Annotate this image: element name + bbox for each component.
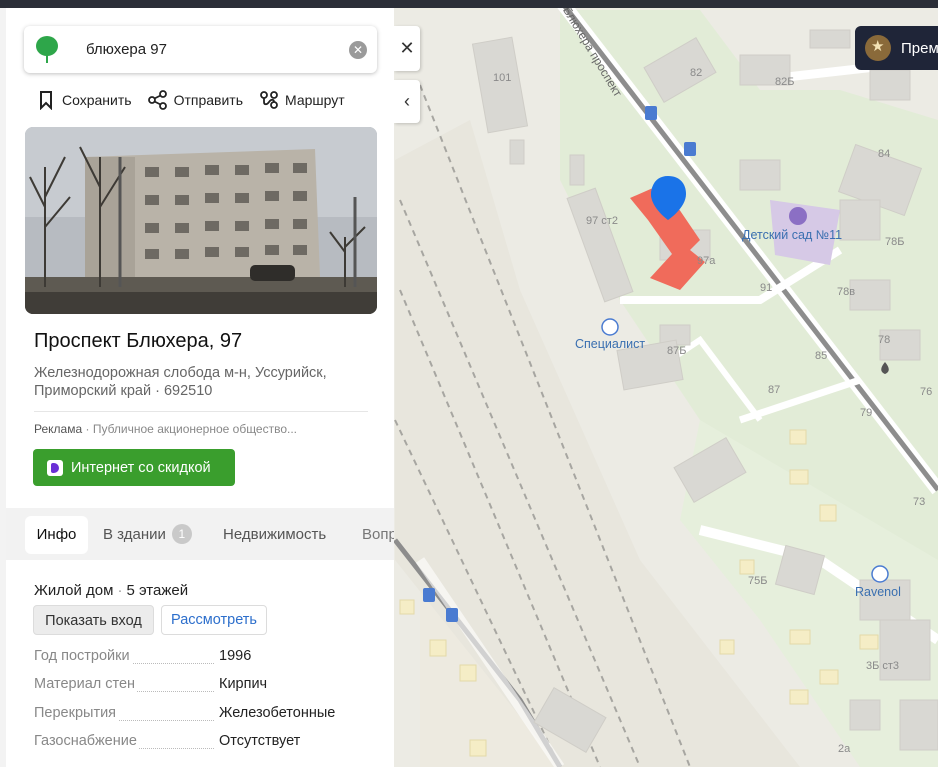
house-number: 79 [860, 407, 873, 419]
bookmark-icon [40, 91, 52, 110]
house-number: 2а [838, 743, 851, 755]
house-number: 78в [837, 286, 856, 298]
photo-image [25, 127, 377, 314]
property-key: Газоснабжение [34, 733, 139, 749]
house-number: 73 [913, 496, 926, 508]
property-row: Год постройки 1996 [34, 648, 374, 668]
house-number: 78 [878, 334, 891, 346]
tab-realty[interactable]: Недвижимость [223, 516, 326, 554]
search-input[interactable] [86, 36, 336, 62]
property-value: Отсутствует [219, 733, 301, 749]
poi-kindergarten[interactable]: Детский сад №11 [742, 228, 842, 242]
house-number: 85 [815, 350, 828, 362]
close-panel-button[interactable]: ✕ [394, 26, 420, 71]
route-button[interactable]: Маршрут [259, 90, 345, 110]
clear-search-button[interactable]: ✕ [349, 41, 367, 59]
tab-questions-label: Вопр [362, 526, 394, 543]
tab-info-label: Инфо [36, 526, 77, 543]
house-number: 101 [493, 72, 512, 84]
property-row: Газоснабжение Отсутствует [34, 733, 374, 753]
house-number: 75Б [748, 575, 768, 587]
show-entrance-button[interactable]: Показать вход [33, 605, 154, 635]
premium-label: Прем [901, 39, 938, 57]
place-panel: ✕ Сохранить Отправить Маршрут [6, 8, 394, 767]
property-key: Материал стен [34, 676, 138, 692]
top-strip [0, 0, 938, 8]
house-number: 3Б ст3 [866, 660, 900, 672]
property-key: Перекрытия [34, 705, 119, 721]
poi-ravenol[interactable]: Ravenol [855, 585, 901, 599]
place-address: Железнодорожная слобода м-н, Уссурийск, … [34, 365, 327, 399]
house-number: 91 [760, 282, 773, 294]
search-box[interactable]: ✕ [24, 26, 377, 73]
house-number: 76 [920, 386, 933, 398]
house-type: Жилой дом [34, 582, 114, 599]
house-number: 97а [697, 255, 716, 267]
divider [34, 411, 368, 412]
house-number: 87Б [667, 345, 687, 357]
tab-in-building-label: В здании [103, 526, 166, 543]
provider-logo-icon [47, 459, 63, 476]
place-title: Проспект Блюхера, 97 [34, 330, 243, 352]
tab-info[interactable]: Инфо [25, 516, 88, 554]
house-number: 82 [690, 67, 703, 79]
poi-specialist[interactable]: Специалист [575, 337, 645, 351]
chevron-left-icon: ‹ [404, 91, 410, 111]
ad-sponsor[interactable]: Публичное акционерное общество... [93, 422, 297, 436]
house-number: 87 [768, 384, 781, 396]
share-icon [147, 90, 167, 110]
ad-button[interactable]: Интернет со скидкой [33, 449, 235, 486]
share-button[interactable]: Отправить [147, 90, 243, 110]
property-row: Материал стен Кирпич [34, 676, 374, 696]
location-pin-icon [36, 36, 58, 63]
house-summary: Жилой дом · 5 этажей [34, 582, 188, 599]
property-value: 1996 [219, 648, 252, 664]
route-label: Маршрут [285, 92, 345, 108]
house-floors: 5 этажей [126, 582, 189, 599]
tab-realty-label: Недвижимость [223, 526, 327, 543]
count-badge: 1 [171, 524, 192, 544]
property-value: Кирпич [219, 676, 268, 692]
save-label: Сохранить [62, 92, 132, 108]
collapse-panel-button[interactable]: ‹ [394, 80, 420, 123]
route-icon [260, 91, 278, 109]
ad-dot: · [85, 422, 93, 436]
building-photo[interactable] [25, 127, 377, 314]
house-number: 78Б [885, 236, 905, 248]
property-row: Перекрытия Железобетонные [34, 705, 374, 725]
ad-label: Реклама [34, 422, 83, 436]
close-icon: ✕ [399, 38, 415, 58]
share-label: Отправить [173, 92, 243, 108]
property-value: Железобетонные [219, 705, 336, 721]
house-number: 84 [878, 148, 891, 160]
medal-icon [865, 35, 891, 61]
house-number: 82Б [775, 76, 795, 88]
ad-line: Реклама · Публичное акционерное общество… [34, 422, 297, 436]
house-number: 97 ст2 [586, 215, 618, 227]
tab-questions[interactable]: Вопр [362, 516, 394, 554]
save-button[interactable]: Сохранить [36, 90, 132, 110]
action-bar: Сохранить Отправить Маршрут [36, 90, 345, 110]
separator-dot: · [117, 582, 123, 599]
premium-button[interactable]: Прем [855, 26, 938, 70]
property-key: Год постройки [34, 648, 132, 664]
view-button[interactable]: Рассмотреть [161, 605, 267, 635]
ad-button-label: Интернет со скидкой [71, 459, 211, 476]
tab-in-building[interactable]: В здании 1 [103, 516, 192, 554]
